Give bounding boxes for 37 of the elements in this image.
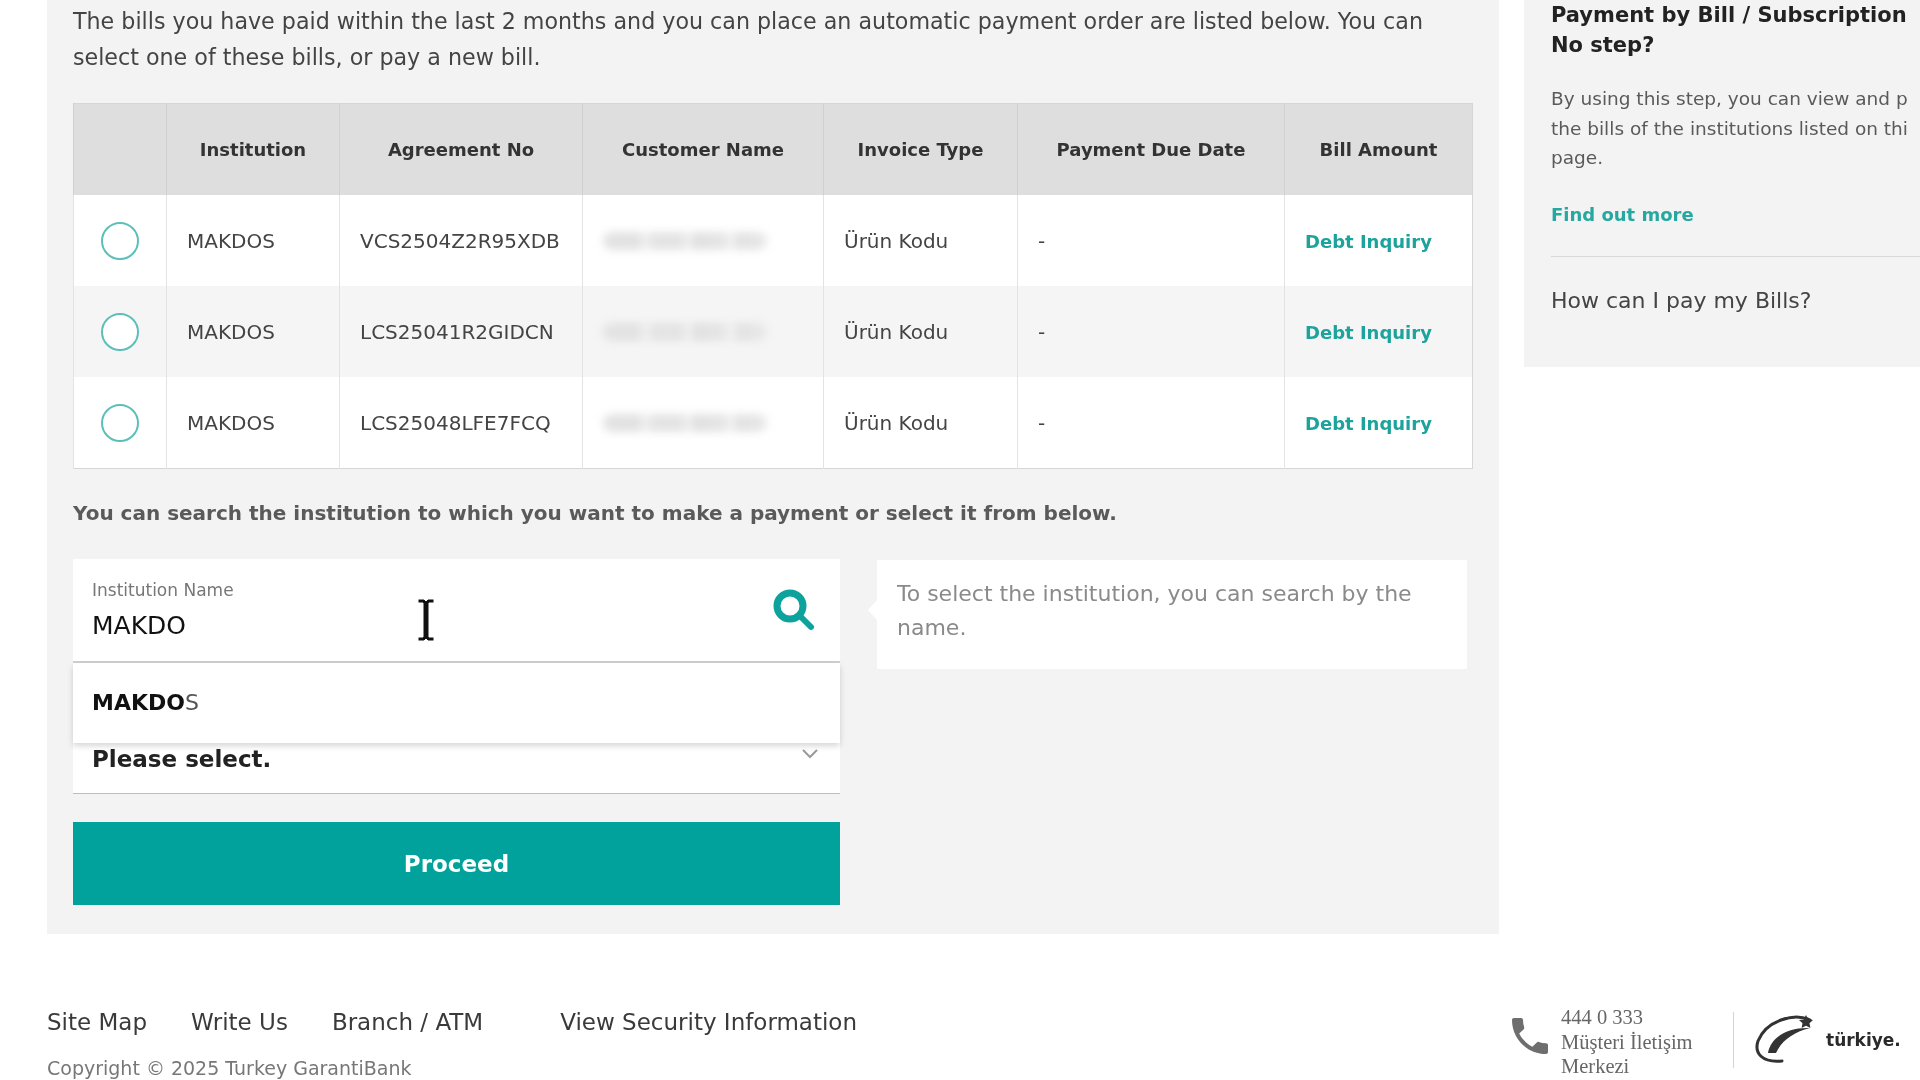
phone-number: 444 0 333 xyxy=(1561,1005,1643,1030)
phone-icon xyxy=(1512,1018,1548,1054)
intro-text: The bills you have paid within the last 2 months and you can place an automatic payment order are listed below. You can select one of these bills, or pay a new bill. xyxy=(73,7,1424,72)
footer-link[interactable]: Write Us xyxy=(191,1008,288,1036)
column-header: Customer Name xyxy=(582,103,824,195)
table-cell: Ürün Kodu xyxy=(823,286,1018,377)
search-hint-text: You can search the institution to which you want to make a payment or select it from below. xyxy=(73,500,1118,527)
table-cell: - xyxy=(1017,286,1285,377)
column-header: Agreement No xyxy=(339,103,583,195)
footer-link[interactable]: Site Map xyxy=(47,1008,147,1036)
hotline-caption: Müşteri İletişim Merkezi xyxy=(1561,1029,1693,1079)
footer-link[interactable]: Branch / ATM xyxy=(331,1008,484,1036)
table-cell: LCS25041R2GIDCN xyxy=(339,286,583,377)
hint-tooltip: To select the institution, you can search by the name. xyxy=(868,560,1467,669)
chevron-down-icon xyxy=(802,749,818,759)
sidebar-description: By using this step, you can view and p the bills of the institutions listed on thi page. xyxy=(1551,87,1909,170)
footer-link[interactable]: View Security Information xyxy=(560,1008,857,1036)
table-cell: Ürün Kodu xyxy=(823,377,1018,469)
logo-text: türkiye. xyxy=(1826,1029,1901,1051)
table-cell: LCS25048LFE7FCQ xyxy=(339,377,583,469)
column-header: Payment Due Date xyxy=(1017,103,1285,195)
text-cursor-icon xyxy=(416,598,436,642)
copyright-text: Copyright © 2025 Turkey GarantiBank xyxy=(47,1057,413,1079)
sidebar-title: Payment by Bill / Subscription No step? xyxy=(1551,2,1908,59)
search-icon[interactable] xyxy=(773,589,815,631)
autocomplete-menu[interactable]: MAKDOS xyxy=(73,663,840,743)
institution-name-field[interactable]: Institution Name MAKDO xyxy=(73,559,840,663)
table-cell: - xyxy=(1017,377,1285,469)
radio-button[interactable] xyxy=(101,403,139,442)
column-header: Institution xyxy=(166,103,340,195)
radio-button[interactable] xyxy=(101,221,139,260)
faq-item[interactable]: How can I pay my Bills? xyxy=(1551,286,1812,315)
column-header: Bill Amount xyxy=(1284,103,1473,195)
table-cell: MAKDOS xyxy=(166,377,340,469)
radio-button[interactable] xyxy=(101,312,139,351)
column-header: Invoice Type xyxy=(823,103,1018,195)
table-cell: MAKDOS xyxy=(166,286,340,377)
